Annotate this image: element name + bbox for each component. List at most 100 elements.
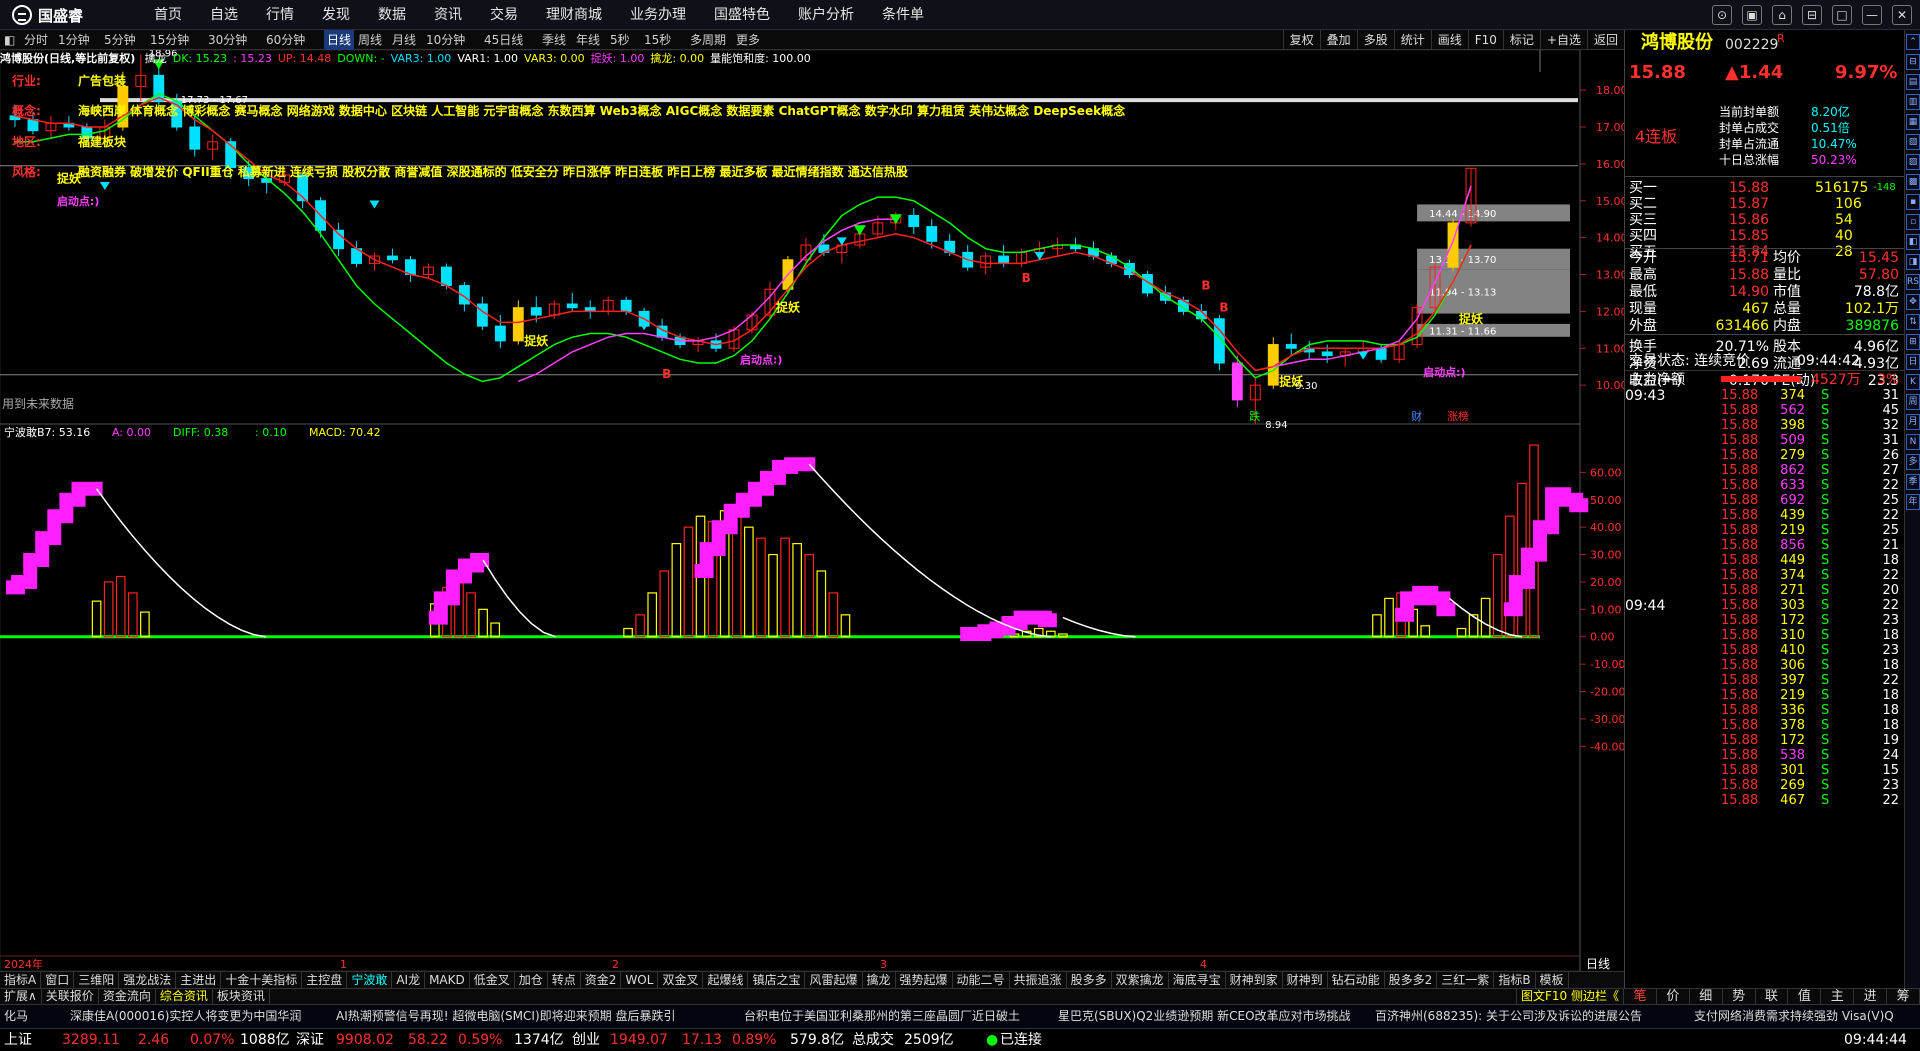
indicator-tab[interactable]: 资金2 [581, 972, 622, 988]
chart-tool[interactable]: 叠加 [1319, 30, 1357, 50]
menu-2[interactable]: 行情 [252, 0, 308, 30]
menu-6[interactable]: 交易 [476, 0, 532, 30]
side-tool-icon[interactable]: RSI [1906, 274, 1920, 290]
menu-11[interactable]: 条件单 [868, 0, 938, 30]
side-tool-icon[interactable]: ▫ [1906, 214, 1920, 230]
side-tool-icon[interactable]: 多 [1906, 454, 1920, 470]
indicator-tab[interactable]: 强龙战法 [119, 972, 177, 988]
chart-tool[interactable]: F10 [1467, 30, 1503, 50]
side-tool-icon[interactable]: N [1906, 434, 1920, 450]
side-tool-icon[interactable]: 季 [1906, 474, 1920, 490]
period-tab[interactable]: 年线 [576, 30, 600, 50]
chart-area[interactable]: 10.0011.0012.0013.0014.0015.0016.0017.00… [0, 50, 1624, 971]
period-tab[interactable]: 周线 [358, 30, 382, 50]
stock-title[interactable]: 鸿博股份(日线,等比前复权) [0, 52, 135, 65]
panel-tab[interactable]: 联 [1756, 989, 1789, 1004]
indicator-tab[interactable]: 模板 [1536, 972, 1569, 988]
menu-8[interactable]: 业务办理 [616, 0, 700, 30]
indicator-tab[interactable]: 共振追涨 [1010, 972, 1067, 988]
indicator-tab[interactable]: 转点 [548, 972, 581, 988]
indicator-tab[interactable]: 擒龙 [863, 972, 896, 988]
news-item[interactable]: AI热潮预警信号再现! 超微电脑(SMCI)即将迎来预期 盘后暴跌引 [336, 1005, 675, 1027]
indicator-tab[interactable]: 股多多2 [1385, 972, 1438, 988]
panel-tab[interactable]: 势 [1723, 989, 1756, 1004]
info-tab[interactable]: 关联报价 [42, 989, 99, 1004]
indicator-tab[interactable]: 镇店之宝 [748, 972, 806, 988]
side-tool-icon[interactable]: 周 [1906, 394, 1920, 410]
indicator-tab[interactable]: 指标B [1494, 972, 1536, 988]
indicator-tab[interactable]: MAKD [425, 972, 470, 988]
info-tab[interactable]: 板块资讯 [213, 989, 270, 1004]
menu-3[interactable]: 发现 [308, 0, 364, 30]
info-tab[interactable]: 扩展∧ [0, 989, 42, 1004]
chart-tool[interactable]: 标记 [1502, 30, 1540, 50]
period-tab[interactable]: 日线 [324, 30, 355, 50]
indicator-tab[interactable]: 双金叉 [658, 972, 704, 988]
indicator-tab[interactable]: 三红一紫 [1437, 972, 1495, 988]
window-control-icon[interactable]: — [1862, 5, 1882, 25]
period-tab[interactable]: 更多 [736, 30, 760, 50]
news-item[interactable]: 百济神州(688235): 关于公司涉及诉讼的进展公告 [1375, 1005, 1642, 1027]
period-tab[interactable]: 60分钟 [266, 30, 305, 50]
side-tool-icon[interactable]: ▩ [1906, 174, 1920, 190]
indicator-tab[interactable]: AI龙 [392, 972, 426, 988]
indicator-tab[interactable]: 指标A [0, 972, 42, 988]
indicator-tab[interactable]: 动能二号 [953, 972, 1010, 988]
indicator-tab[interactable]: 三维阳 [74, 972, 120, 988]
indicator-tab[interactable]: 风雷起爆 [805, 972, 863, 988]
side-tool-icon[interactable]: ✥ [1906, 294, 1920, 310]
indicator-tab[interactable]: 低金叉 [470, 972, 515, 988]
window-control-icon[interactable]: ✕ [1892, 5, 1912, 25]
chart-tool[interactable]: 复权 [1282, 30, 1320, 50]
period-tab[interactable]: 多周期 [690, 30, 726, 50]
app-logo[interactable]: 国盛睿 [12, 5, 83, 25]
side-tool-icon[interactable]: ⌃ [1906, 34, 1920, 50]
side-tool-icon[interactable]: 月 [1906, 414, 1920, 430]
news-item[interactable]: 化马 [4, 1005, 28, 1027]
bid-row[interactable]: 买四 15.85 40 [1625, 228, 1905, 244]
side-tool-icon[interactable]: ◧ [1906, 234, 1920, 250]
indicator-tab[interactable]: 海底寻宝 [1169, 972, 1226, 988]
menu-0[interactable]: 首页 [140, 0, 196, 30]
info-tab[interactable]: 综合资讯 [156, 989, 213, 1004]
side-tool-icon[interactable]: ▨ [1906, 154, 1920, 170]
side-tool-icon[interactable]: 年 [1906, 494, 1920, 510]
period-tab[interactable]: 分时 [24, 30, 48, 50]
side-tool-icon[interactable]: ▦ [1906, 114, 1920, 130]
side-tool-icon[interactable]: ▥ [1906, 94, 1920, 110]
side-tool-icon[interactable]: ▪ [1906, 194, 1920, 210]
news-item[interactable]: 星巴克(SBUX)Q2业绩逊预期 新CEO改革应对市场挑战 [1058, 1005, 1351, 1027]
panel-tab[interactable]: 值 [1788, 989, 1822, 1004]
period-tab[interactable]: 5秒 [610, 30, 630, 50]
window-control-icon[interactable]: ⌂ [1772, 5, 1792, 25]
window-control-icon[interactable]: ▣ [1742, 5, 1762, 25]
side-tool-icon[interactable]: K [1906, 374, 1920, 390]
news-item[interactable]: 支付网络消费需求持续强劲 Visa(V)Q [1694, 1005, 1894, 1027]
indicator-tab[interactable]: WOL [621, 972, 659, 988]
side-tool-icon[interactable]: ▤ [1906, 74, 1920, 90]
period-tab[interactable]: 1分钟 [58, 30, 90, 50]
period-tab[interactable]: 15分钟 [150, 30, 189, 50]
menu-4[interactable]: 数据 [364, 0, 420, 30]
chart-tool[interactable]: 多股 [1356, 30, 1394, 50]
f10-sidebar-toggle[interactable]: 图文F10 侧边栏《 [1516, 989, 1624, 1004]
panel-tab[interactable]: 筹 [1887, 989, 1920, 1004]
indicator-tab[interactable]: 主进出 [176, 972, 222, 988]
news-ticker[interactable]: 化马 深康佳A(000016)实控人将变更为中国华润 AI热潮预警信号再现! 超微电… [0, 1004, 1920, 1028]
panel-tab[interactable]: 主 [1821, 989, 1855, 1004]
menu-10[interactable]: 账户分析 [784, 0, 868, 30]
panel-tab[interactable]: 价 [1657, 989, 1690, 1004]
indicator-tab[interactable]: 十金十美指标 [221, 972, 303, 988]
indicator-tab[interactable]: 起爆线 [703, 972, 749, 988]
side-tool-icon[interactable]: ◨ [1906, 254, 1920, 270]
chart-tool[interactable]: 统计 [1393, 30, 1431, 50]
menu-1[interactable]: 自选 [196, 0, 252, 30]
window-control-icon[interactable]: □ [1832, 5, 1852, 25]
menu-5[interactable]: 资讯 [420, 0, 476, 30]
indicator-tab[interactable]: 股多多 [1067, 972, 1112, 988]
menu-9[interactable]: 国盛特色 [700, 0, 784, 30]
side-tool-icon[interactable]: ⊟ [1906, 54, 1920, 70]
menu-7[interactable]: 理财商城 [532, 0, 616, 30]
indicator-tab[interactable]: 窗口 [41, 972, 75, 988]
indicator-tab[interactable]: 财神到家 [1226, 972, 1283, 988]
